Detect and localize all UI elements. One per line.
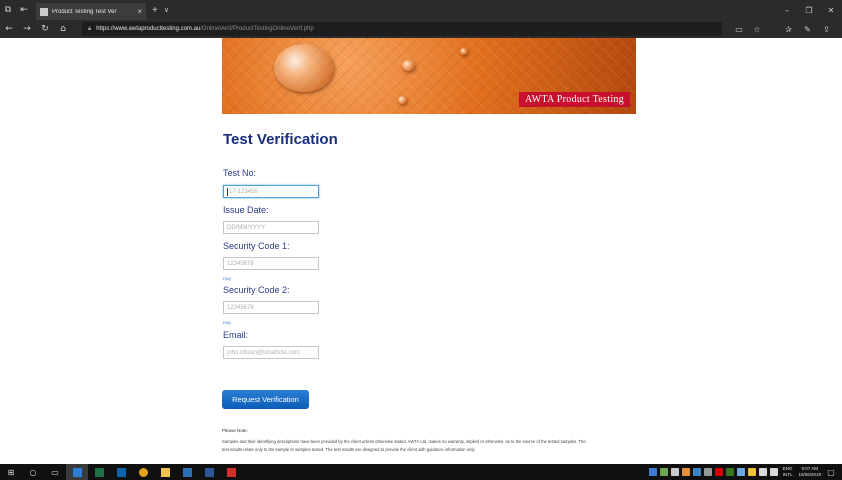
awta-product-testing-logo: AWTA Product Testing bbox=[518, 92, 630, 107]
browser-title-bar: ⧉ ⇤ Product Testing Test Ver × + ∨ – ❐ ✕ bbox=[0, 0, 842, 20]
water-drop-small bbox=[402, 60, 415, 71]
address-bar[interactable]: 🔒︎ https://www.awtaproducttesting.com.au… bbox=[82, 22, 722, 36]
chrome-icon[interactable] bbox=[132, 464, 154, 480]
security-code-2-input[interactable]: 12345678 bbox=[223, 301, 319, 314]
web-note-icon[interactable]: ✎ bbox=[798, 25, 817, 34]
tray-app-icon-2[interactable] bbox=[660, 468, 669, 476]
tab-menu-chevron-icon[interactable]: ∨ bbox=[164, 6, 169, 14]
tray-app-icon-8[interactable] bbox=[726, 468, 735, 476]
new-tab-button[interactable]: + bbox=[152, 5, 158, 16]
tray-app-icon-10[interactable] bbox=[748, 468, 757, 476]
issue-date-label: Issue Date: bbox=[223, 205, 269, 215]
word-icon[interactable] bbox=[198, 464, 220, 480]
tray-app-icon-7[interactable] bbox=[715, 468, 724, 476]
water-drop-bottom bbox=[398, 96, 407, 104]
note-text: Samples and their identifying descriptio… bbox=[222, 438, 642, 454]
share-icon[interactable]: ⇪ bbox=[817, 25, 836, 34]
file-explorer-icon[interactable] bbox=[154, 464, 176, 480]
security-code-2-placeholder: 12345678 bbox=[227, 304, 254, 311]
system-tray: ENG INTL 9:07 AM 15/06/2019 ▢ bbox=[648, 464, 842, 480]
tab-title: Product Testing Test Ver bbox=[52, 8, 117, 15]
tray-app-icon-4[interactable] bbox=[682, 468, 691, 476]
browser-nav-bar: ← → ↻ ⌂ 🔒︎ https://www.awtaproducttestin… bbox=[0, 20, 842, 38]
security-code-2-faq-link[interactable]: FAQ bbox=[223, 320, 231, 325]
volume-icon[interactable] bbox=[770, 468, 779, 476]
clock-date: 15/06/2019 bbox=[798, 472, 821, 477]
page-title: Test Verification bbox=[223, 131, 338, 148]
url-path: /OnlineVerif/ProductTestingOnlineVerif.p… bbox=[200, 26, 314, 32]
test-no-placeholder: 17-123456 bbox=[229, 188, 258, 195]
reading-view-icon[interactable]: ▭ bbox=[730, 25, 748, 34]
security-code-1-faq-link[interactable]: FAQ bbox=[223, 276, 231, 281]
notifications-icon[interactable]: ▢ bbox=[824, 464, 838, 480]
note-line-1: Samples and their identifying descriptio… bbox=[222, 439, 586, 444]
test-no-label: Test No: bbox=[223, 168, 257, 178]
search-icon[interactable]: ○ bbox=[22, 464, 44, 480]
close-window-icon[interactable]: ✕ bbox=[820, 6, 842, 15]
test-no-input[interactable]: 17-123456 bbox=[223, 185, 319, 198]
security-code-1-label: Security Code 1: bbox=[223, 241, 290, 251]
window-controls: – ❐ ✕ bbox=[776, 6, 842, 15]
favorites-hub-icon[interactable]: ✰ bbox=[779, 25, 798, 34]
water-drop-large bbox=[274, 44, 334, 92]
note-line-2: test results relate only to the sample o… bbox=[222, 447, 476, 452]
forward-arrow-icon[interactable]: → bbox=[18, 24, 36, 34]
security-code-1-placeholder: 12345678 bbox=[227, 260, 254, 267]
close-tab-icon[interactable]: × bbox=[137, 7, 142, 16]
email-label: Email: bbox=[223, 330, 249, 340]
network-icon[interactable] bbox=[759, 468, 768, 476]
issue-date-input[interactable]: DD/MM/YYYY bbox=[223, 221, 319, 234]
store-icon[interactable] bbox=[176, 464, 198, 480]
windows-taskbar: ⊞ ○ ▭ ENG INTL 9:07 AM 15/06/2019 ▢ bbox=[0, 464, 842, 480]
note-title: Please Note: bbox=[222, 428, 248, 433]
email-placeholder: john.citizen@localhost.com bbox=[227, 349, 300, 356]
favicon-icon bbox=[40, 7, 48, 16]
outlook-icon[interactable] bbox=[110, 464, 132, 480]
tray-app-icon-3[interactable] bbox=[671, 468, 680, 476]
refresh-icon[interactable]: ↻ bbox=[36, 24, 54, 34]
security-code-2-label: Security Code 2: bbox=[223, 285, 290, 295]
security-code-1-input[interactable]: 12345678 bbox=[223, 257, 319, 270]
favorite-star-icon[interactable]: ☆ bbox=[748, 25, 766, 34]
edge-browser-icon[interactable] bbox=[66, 464, 88, 480]
tray-app-icon-9[interactable] bbox=[737, 468, 746, 476]
request-verification-button[interactable]: Request Verification bbox=[222, 390, 309, 409]
language-bottom: INTL bbox=[782, 472, 793, 477]
tray-app-icon-5[interactable] bbox=[693, 468, 702, 476]
minimize-icon[interactable]: – bbox=[776, 6, 798, 15]
email-input[interactable]: john.citizen@localhost.com bbox=[223, 346, 319, 359]
language-indicator[interactable]: ENG INTL bbox=[783, 466, 793, 478]
tray-app-icon-6[interactable] bbox=[704, 468, 713, 476]
home-icon[interactable]: ⌂ bbox=[54, 24, 72, 34]
restore-icon[interactable]: ❐ bbox=[798, 6, 820, 15]
awta-banner-image: AWTA Product Testing bbox=[222, 38, 636, 114]
water-drop-tiny bbox=[460, 48, 468, 55]
windows-start-icon[interactable]: ⊞ bbox=[0, 464, 22, 480]
clock[interactable]: 9:07 AM 15/06/2019 bbox=[798, 466, 821, 478]
tab-actions-icon[interactable]: ⧉ bbox=[0, 0, 16, 20]
task-view-icon[interactable]: ▭ bbox=[44, 464, 66, 480]
browser-tab[interactable]: Product Testing Test Ver × bbox=[36, 3, 146, 20]
excel-icon[interactable] bbox=[88, 464, 110, 480]
lock-icon: 🔒︎ bbox=[88, 25, 92, 32]
url-host: https://www.awtaproducttesting.com.au bbox=[96, 26, 201, 32]
back-arrow-icon[interactable]: ← bbox=[0, 24, 18, 34]
pdf-reader-icon[interactable] bbox=[220, 464, 242, 480]
set-aside-tabs-icon[interactable]: ⇤ bbox=[16, 0, 32, 20]
issue-date-placeholder: DD/MM/YYYY bbox=[227, 224, 266, 231]
tray-app-icon-1[interactable] bbox=[649, 468, 658, 476]
